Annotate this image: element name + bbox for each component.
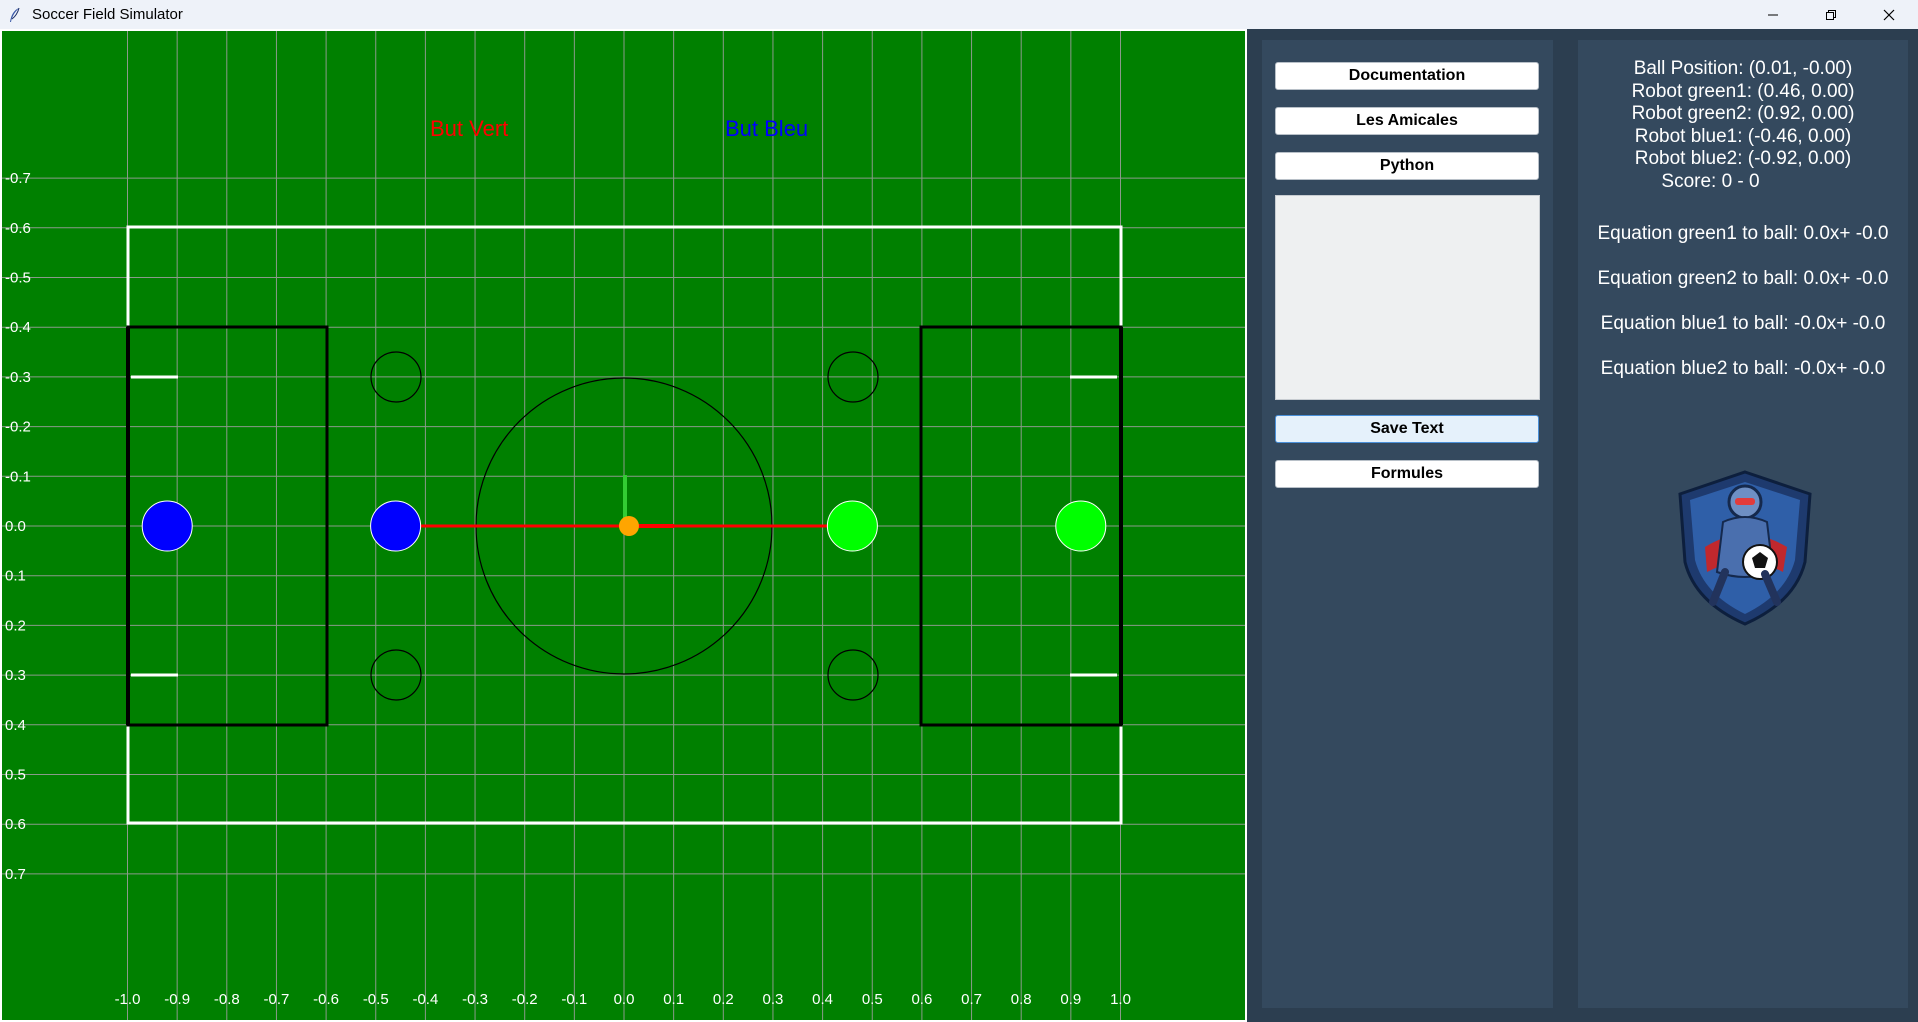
python-button[interactable]: Python	[1275, 152, 1539, 180]
y-tick-label: 0.2	[5, 617, 26, 634]
y-tick-label: 0.7	[5, 866, 26, 883]
x-axis-ticks: -1.0 -0.9 -0.8 -0.7 -0.6 -0.5 -0.4 -0.3 -0.2 -0.1…	[115, 991, 1131, 1008]
restore-button[interactable]	[1802, 0, 1860, 29]
goal-label-blue: But Bleu	[725, 116, 808, 141]
x-tick-label: 0.6	[911, 991, 932, 1008]
y-tick-label: -0.2	[5, 419, 31, 436]
robot-blue1[interactable]	[370, 500, 422, 552]
x-tick-label: 0.1	[663, 991, 684, 1008]
button-panel	[1262, 40, 1553, 1008]
ball[interactable]	[618, 516, 639, 536]
x-tick-label: -0.5	[363, 991, 389, 1008]
x-tick-label: -0.7	[264, 991, 290, 1008]
close-icon	[1883, 9, 1895, 20]
robot-blue1-text: Robot blue1: (-0.46, 0.00)	[1634, 126, 1852, 147]
y-tick-label: 0.0	[5, 518, 26, 535]
y-tick-label: -0.3	[5, 369, 31, 386]
x-tick-label: -0.1	[561, 991, 587, 1008]
feather-icon	[10, 7, 20, 22]
x-tick-label: -1.0	[115, 991, 141, 1008]
robot-soccer-logo-icon	[1678, 470, 1812, 626]
soccer-field-canvas[interactable]: -1.0 -0.9 -0.8 -0.7 -0.6 -0.5 -0.4 -0.3 -0.2 -0.1…	[0, 29, 1247, 1022]
ball-position-text: Ball Position: (0.01, -0.00)	[1633, 58, 1853, 79]
x-tick-label: -0.4	[412, 991, 438, 1008]
y-tick-label: -0.4	[5, 319, 31, 336]
formules-button[interactable]: Formules	[1275, 460, 1539, 488]
robot-green2[interactable]	[1055, 500, 1107, 552]
x-tick-label: 0.8	[1011, 991, 1032, 1008]
x-tick-label: 1.0	[1110, 991, 1131, 1008]
equation-blue2-text: Equation blue2 to ball: -0.0x+ -0.0	[1600, 358, 1886, 379]
y-tick-label: -0.1	[5, 468, 31, 485]
x-tick-label: -0.9	[164, 991, 190, 1008]
minimize-button[interactable]	[1744, 0, 1802, 29]
equation-green1-text: Equation green1 to ball: 0.0x+ -0.0	[1597, 223, 1889, 244]
y-tick-label: 0.4	[5, 717, 26, 734]
restore-icon	[1826, 9, 1836, 20]
title-bar: Soccer Field Simulator	[0, 0, 1918, 29]
robot-green1[interactable]	[826, 500, 878, 552]
x-tick-label: -0.3	[462, 991, 488, 1008]
save-text-button[interactable]: Save Text	[1275, 415, 1539, 443]
x-tick-label: 0.7	[961, 991, 982, 1008]
y-tick-label: 0.1	[5, 568, 26, 585]
x-tick-label: 0.9	[1060, 991, 1081, 1008]
robot-blue2[interactable]	[141, 500, 193, 552]
minimize-icon	[1768, 14, 1778, 15]
window-title: Soccer Field Simulator	[32, 6, 183, 23]
goal-label-green: But Vert	[430, 116, 508, 141]
y-tick-label: 0.5	[5, 767, 26, 784]
amicales-button[interactable]: Les Amicales	[1275, 107, 1539, 135]
x-tick-label: -0.8	[214, 991, 240, 1008]
equation-blue1-text: Equation blue1 to ball: -0.0x+ -0.0	[1600, 313, 1886, 334]
robot-green1-text: Robot green1: (0.46, 0.00)	[1631, 81, 1855, 102]
x-tick-label: 0.5	[862, 991, 883, 1008]
x-tick-label: -0.2	[512, 991, 538, 1008]
x-tick-label: -0.6	[313, 991, 339, 1008]
robot-blue2-text: Robot blue2: (-0.92, 0.00)	[1634, 148, 1852, 169]
robot-green2-text: Robot green2: (0.92, 0.00)	[1631, 103, 1855, 124]
y-tick-label: -0.5	[5, 270, 31, 287]
x-tick-label: 0.2	[713, 991, 734, 1008]
x-tick-label: 0.3	[763, 991, 784, 1008]
field-drawing: -1.0 -0.9 -0.8 -0.7 -0.6 -0.5 -0.4 -0.3 -0.2 -0.1…	[2, 31, 1245, 1020]
y-tick-label: 0.3	[5, 667, 26, 684]
close-button[interactable]	[1860, 0, 1918, 29]
equation-green2-text: Equation green2 to ball: 0.0x+ -0.0	[1597, 268, 1889, 289]
y-tick-label: -0.7	[5, 170, 31, 187]
documentation-button[interactable]: Documentation	[1275, 62, 1539, 90]
x-tick-label: 0.4	[812, 991, 833, 1008]
y-tick-label: -0.6	[5, 220, 31, 237]
text-area[interactable]	[1275, 195, 1540, 400]
y-tick-label: 0.6	[5, 816, 26, 833]
x-tick-label: 0.0	[614, 991, 635, 1008]
score-text: Score: 0 - 0	[1661, 171, 1760, 192]
